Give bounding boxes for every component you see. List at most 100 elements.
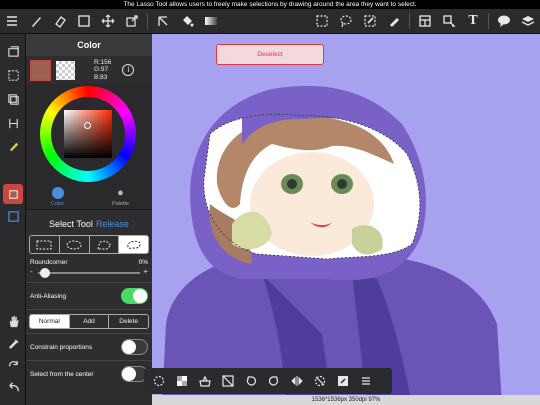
transparency-icon[interactable] (170, 368, 193, 394)
copy-icon[interactable] (3, 89, 23, 109)
hand-icon[interactable] (3, 311, 23, 331)
main-toolbar: T (0, 9, 540, 34)
layers-icon[interactable] (516, 9, 540, 34)
anti-aliasing-toggle[interactable] (121, 288, 148, 304)
move-icon[interactable] (96, 9, 120, 34)
anti-aliasing-row: Anti-Aliasing (26, 287, 152, 305)
bucket-clear-icon[interactable] (193, 368, 216, 394)
tab-palette-label: Palette (111, 200, 130, 207)
constrain-row: Constrain proportions (26, 338, 152, 356)
mode-delete[interactable]: Delete (109, 315, 148, 328)
roundcorner-value: 0% (138, 259, 148, 266)
toolbar-divider (147, 13, 148, 29)
toolbar-divider (488, 13, 489, 29)
undo-icon[interactable] (239, 368, 262, 394)
lasso-icon[interactable] (334, 9, 358, 34)
ruler-icon[interactable] (3, 113, 23, 133)
selection-rail-icon[interactable] (3, 65, 23, 85)
right-pupil (337, 179, 347, 189)
fill-icon[interactable] (151, 9, 175, 34)
color-row: R:156 G:97 B:83 i (26, 56, 152, 84)
constrain-toggle[interactable] (121, 339, 148, 355)
brush-icon[interactable] (24, 9, 48, 34)
roundcorner-slider[interactable]: - + (30, 267, 148, 278)
mode-add[interactable]: Add (70, 315, 110, 328)
divider (26, 360, 152, 361)
back-icon[interactable] (3, 377, 23, 397)
select-tool-title: Select Tool (49, 219, 93, 229)
info-icon[interactable]: i (122, 64, 135, 76)
center-row: Select from the center (26, 365, 152, 383)
constrain-label: Constrain proportions (30, 343, 93, 351)
color-panel-icon[interactable] (3, 184, 23, 204)
text-icon[interactable]: T (461, 9, 485, 34)
deselect-icon[interactable] (308, 368, 331, 394)
gradient-icon[interactable] (199, 9, 223, 34)
hint-text: The Lasso Tool allows users to freely ma… (123, 1, 417, 8)
anti-aliasing-label: Anti-Aliasing (30, 292, 67, 300)
magic-wand-icon[interactable] (358, 9, 382, 34)
rect-selection-option[interactable] (30, 236, 60, 253)
eyedropper-icon[interactable] (3, 333, 23, 353)
tab-palette[interactable]: ● Palette (89, 184, 152, 209)
bg-color-swatch[interactable] (56, 60, 75, 80)
lasso-selection-option[interactable] (119, 236, 148, 253)
select-pen-icon[interactable] (382, 9, 406, 34)
redo-rail-icon[interactable] (3, 355, 23, 375)
slider-knob[interactable] (40, 268, 50, 278)
deselect-button[interactable]: Deselect (216, 44, 324, 65)
drawing-canvas[interactable]: Deselect (152, 34, 540, 405)
toggle-knob (122, 340, 136, 354)
layers-frame-icon[interactable] (413, 9, 437, 34)
square-shape-icon[interactable] (72, 9, 96, 34)
color-picker-marker[interactable] (84, 122, 91, 129)
more-menu-icon[interactable] (354, 368, 377, 394)
selection-mode-picker: Normal Add Delete (29, 314, 149, 329)
divider (26, 333, 152, 334)
selection-rect-icon[interactable] (310, 9, 334, 34)
panel-toggle-icon[interactable] (3, 41, 23, 61)
saturation-value-square[interactable] (64, 110, 112, 158)
edit-icon[interactable] (331, 368, 354, 394)
rgb-readout: R:156 G:97 B:83 (94, 59, 111, 82)
side-panel: Color R:156 G:97 B:83 i Color ● Palette S… (26, 34, 152, 405)
slider-minus[interactable]: - (30, 267, 33, 276)
operation-icon[interactable] (437, 9, 461, 34)
toggle-knob (133, 289, 147, 303)
color-tab-icon (51, 186, 64, 199)
tab-color[interactable]: Color (26, 184, 89, 209)
toggle-knob (122, 367, 136, 381)
slider-plus[interactable]: + (143, 267, 148, 276)
layer-panel-icon[interactable] (3, 206, 23, 226)
mode-normal[interactable]: Normal (30, 315, 70, 328)
left-pupil (287, 179, 297, 189)
roundcorner-label: Roundcorner (30, 259, 68, 266)
polygon-selection-option[interactable] (90, 236, 120, 253)
transform-icon[interactable] (120, 9, 144, 34)
select-tool-header: Select Tool Release (26, 213, 152, 235)
bucket-icon[interactable] (175, 9, 199, 34)
color-tabs: Color ● Palette (26, 184, 152, 210)
eraser-icon[interactable] (48, 9, 72, 34)
brush-settings-icon[interactable] (3, 135, 23, 155)
cut-icon[interactable] (216, 368, 239, 394)
tab-color-label: Color (50, 200, 65, 207)
roundcorner-row: Roundcorner 0% (26, 259, 152, 266)
slider-track (38, 272, 140, 274)
status-bar: 1536*1536px 350dpi 97% (152, 395, 540, 405)
redo-icon[interactable] (262, 368, 285, 394)
center-label: Select from the center (30, 370, 94, 378)
palette-icon: ● (117, 186, 124, 199)
ellipse-selection-option[interactable] (60, 236, 90, 253)
toolbar-divider (409, 13, 410, 29)
main-color-swatch[interactable] (30, 59, 51, 81)
rgb-g: G:97 (94, 66, 109, 74)
canvas-status: 1536*1536px 350dpi 97% (311, 397, 381, 403)
comment-icon[interactable] (492, 9, 516, 34)
divider (26, 282, 152, 283)
release-button[interactable]: Release (96, 219, 129, 229)
selection-float-toolbar (144, 368, 392, 394)
menu-icon[interactable] (0, 9, 24, 34)
lasso-rotate-icon[interactable] (147, 368, 170, 394)
flip-icon[interactable] (285, 368, 308, 394)
